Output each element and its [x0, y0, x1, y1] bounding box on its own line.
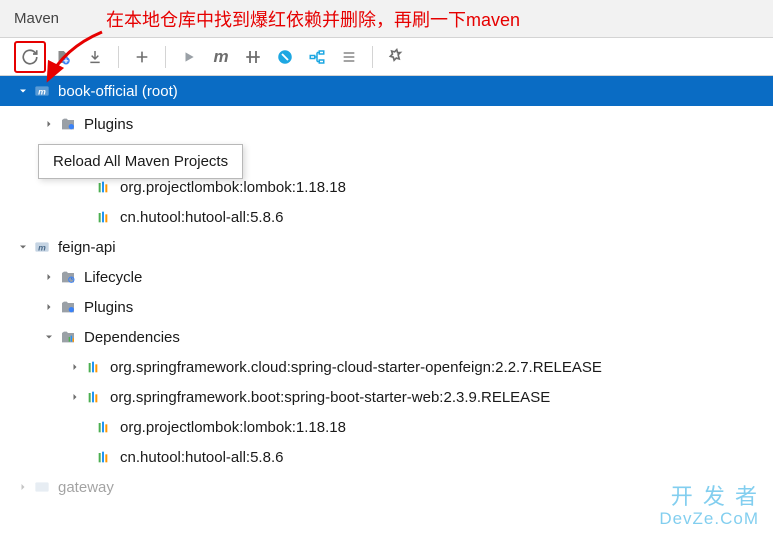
collapse-all-button[interactable]: [334, 42, 364, 72]
tree-node-label: org.springframework.cloud:spring-cloud-s…: [110, 359, 602, 376]
tree-node-label: feign-api: [58, 239, 116, 256]
library-icon: [94, 179, 114, 195]
library-icon: [84, 359, 104, 375]
folder-gear-icon: [58, 299, 78, 315]
skip-tests-button[interactable]: [238, 42, 268, 72]
tree-node-dependency[interactable]: org.projectlombok:lombok:1.18.18: [0, 412, 773, 442]
offline-mode-button[interactable]: [270, 42, 300, 72]
chevron-right-icon[interactable]: [40, 118, 58, 130]
add-project-button[interactable]: [127, 42, 157, 72]
library-icon: [84, 389, 104, 405]
svg-text:m: m: [38, 86, 46, 96]
tree-node-label: Lifecycle: [84, 269, 142, 286]
tree-node-label: cn.hutool:hutool-all:5.8.6: [120, 209, 283, 226]
library-icon: [94, 419, 114, 435]
tree-node-label: org.springframework.boot:spring-boot-sta…: [110, 389, 550, 406]
maven-module-icon: m: [32, 83, 52, 99]
reload-button[interactable]: [14, 41, 46, 73]
folder-lifecycle-icon: [58, 269, 78, 285]
chevron-down-icon[interactable]: [14, 241, 32, 253]
chevron-right-icon[interactable]: [40, 271, 58, 283]
tree-node-dependency[interactable]: cn.hutool:hutool-all:5.8.6: [0, 202, 773, 232]
tooltip: Reload All Maven Projects: [38, 144, 243, 179]
tree-node-plugins[interactable]: Plugins: [0, 292, 773, 322]
watermark-line2: DevZe.CoM: [659, 509, 759, 529]
tree-node-dependencies[interactable]: Dependencies: [0, 322, 773, 352]
chevron-right-icon[interactable]: [66, 361, 84, 373]
chevron-right-icon[interactable]: [66, 391, 84, 403]
maven-module-icon: m: [32, 239, 52, 255]
panel-title: Maven: [14, 10, 59, 27]
show-dependencies-button[interactable]: [302, 42, 332, 72]
run-button[interactable]: [174, 42, 204, 72]
library-icon: [94, 449, 114, 465]
tree-node-label: gateway: [58, 479, 114, 496]
download-sources-button[interactable]: [80, 42, 110, 72]
tree-node-label: Plugins: [84, 299, 133, 316]
tree-node-lifecycle[interactable]: Lifecycle: [0, 262, 773, 292]
panel-header: Maven: [0, 0, 773, 38]
tree-node-dependency[interactable]: org.springframework.cloud:spring-cloud-s…: [0, 352, 773, 382]
project-tree: m book-official (root) Reload All Maven …: [0, 76, 773, 502]
maven-settings-button[interactable]: [381, 42, 411, 72]
toolbar-separator: [118, 46, 119, 68]
chevron-right-icon[interactable]: [14, 481, 32, 493]
maven-goal-button[interactable]: m: [206, 42, 236, 72]
tree-node-dependency[interactable]: org.springframework.boot:spring-boot-sta…: [0, 382, 773, 412]
chevron-down-icon[interactable]: [40, 331, 58, 343]
maven-module-icon: [32, 479, 52, 495]
tree-node-label: org.projectlombok:lombok:1.18.18: [120, 179, 346, 196]
library-icon: [94, 209, 114, 225]
svg-text:m: m: [38, 242, 46, 252]
toolbar-separator: [372, 46, 373, 68]
tree-node-root[interactable]: m book-official (root): [0, 76, 773, 106]
tree-node-dependency[interactable]: cn.hutool:hutool-all:5.8.6: [0, 442, 773, 472]
chevron-right-icon[interactable]: [40, 301, 58, 313]
folder-deps-icon: [58, 329, 78, 345]
toolbar: m: [0, 38, 773, 76]
toolbar-separator: [165, 46, 166, 68]
chevron-down-icon[interactable]: [14, 85, 32, 97]
tree-node-plugins[interactable]: Plugins: [0, 106, 773, 142]
tree-node-module[interactable]: gateway: [0, 472, 773, 502]
tree-node-module[interactable]: m feign-api: [0, 232, 773, 262]
tree-node-label: Plugins: [84, 116, 133, 133]
tree-node-label: cn.hutool:hutool-all:5.8.6: [120, 449, 283, 466]
tree-node-label: org.projectlombok:lombok:1.18.18: [120, 419, 346, 436]
tree-node-label: Dependencies: [84, 329, 180, 346]
folder-gear-icon: [58, 116, 78, 132]
generate-sources-button[interactable]: [48, 42, 78, 72]
tree-node-label: book-official (root): [58, 83, 178, 100]
